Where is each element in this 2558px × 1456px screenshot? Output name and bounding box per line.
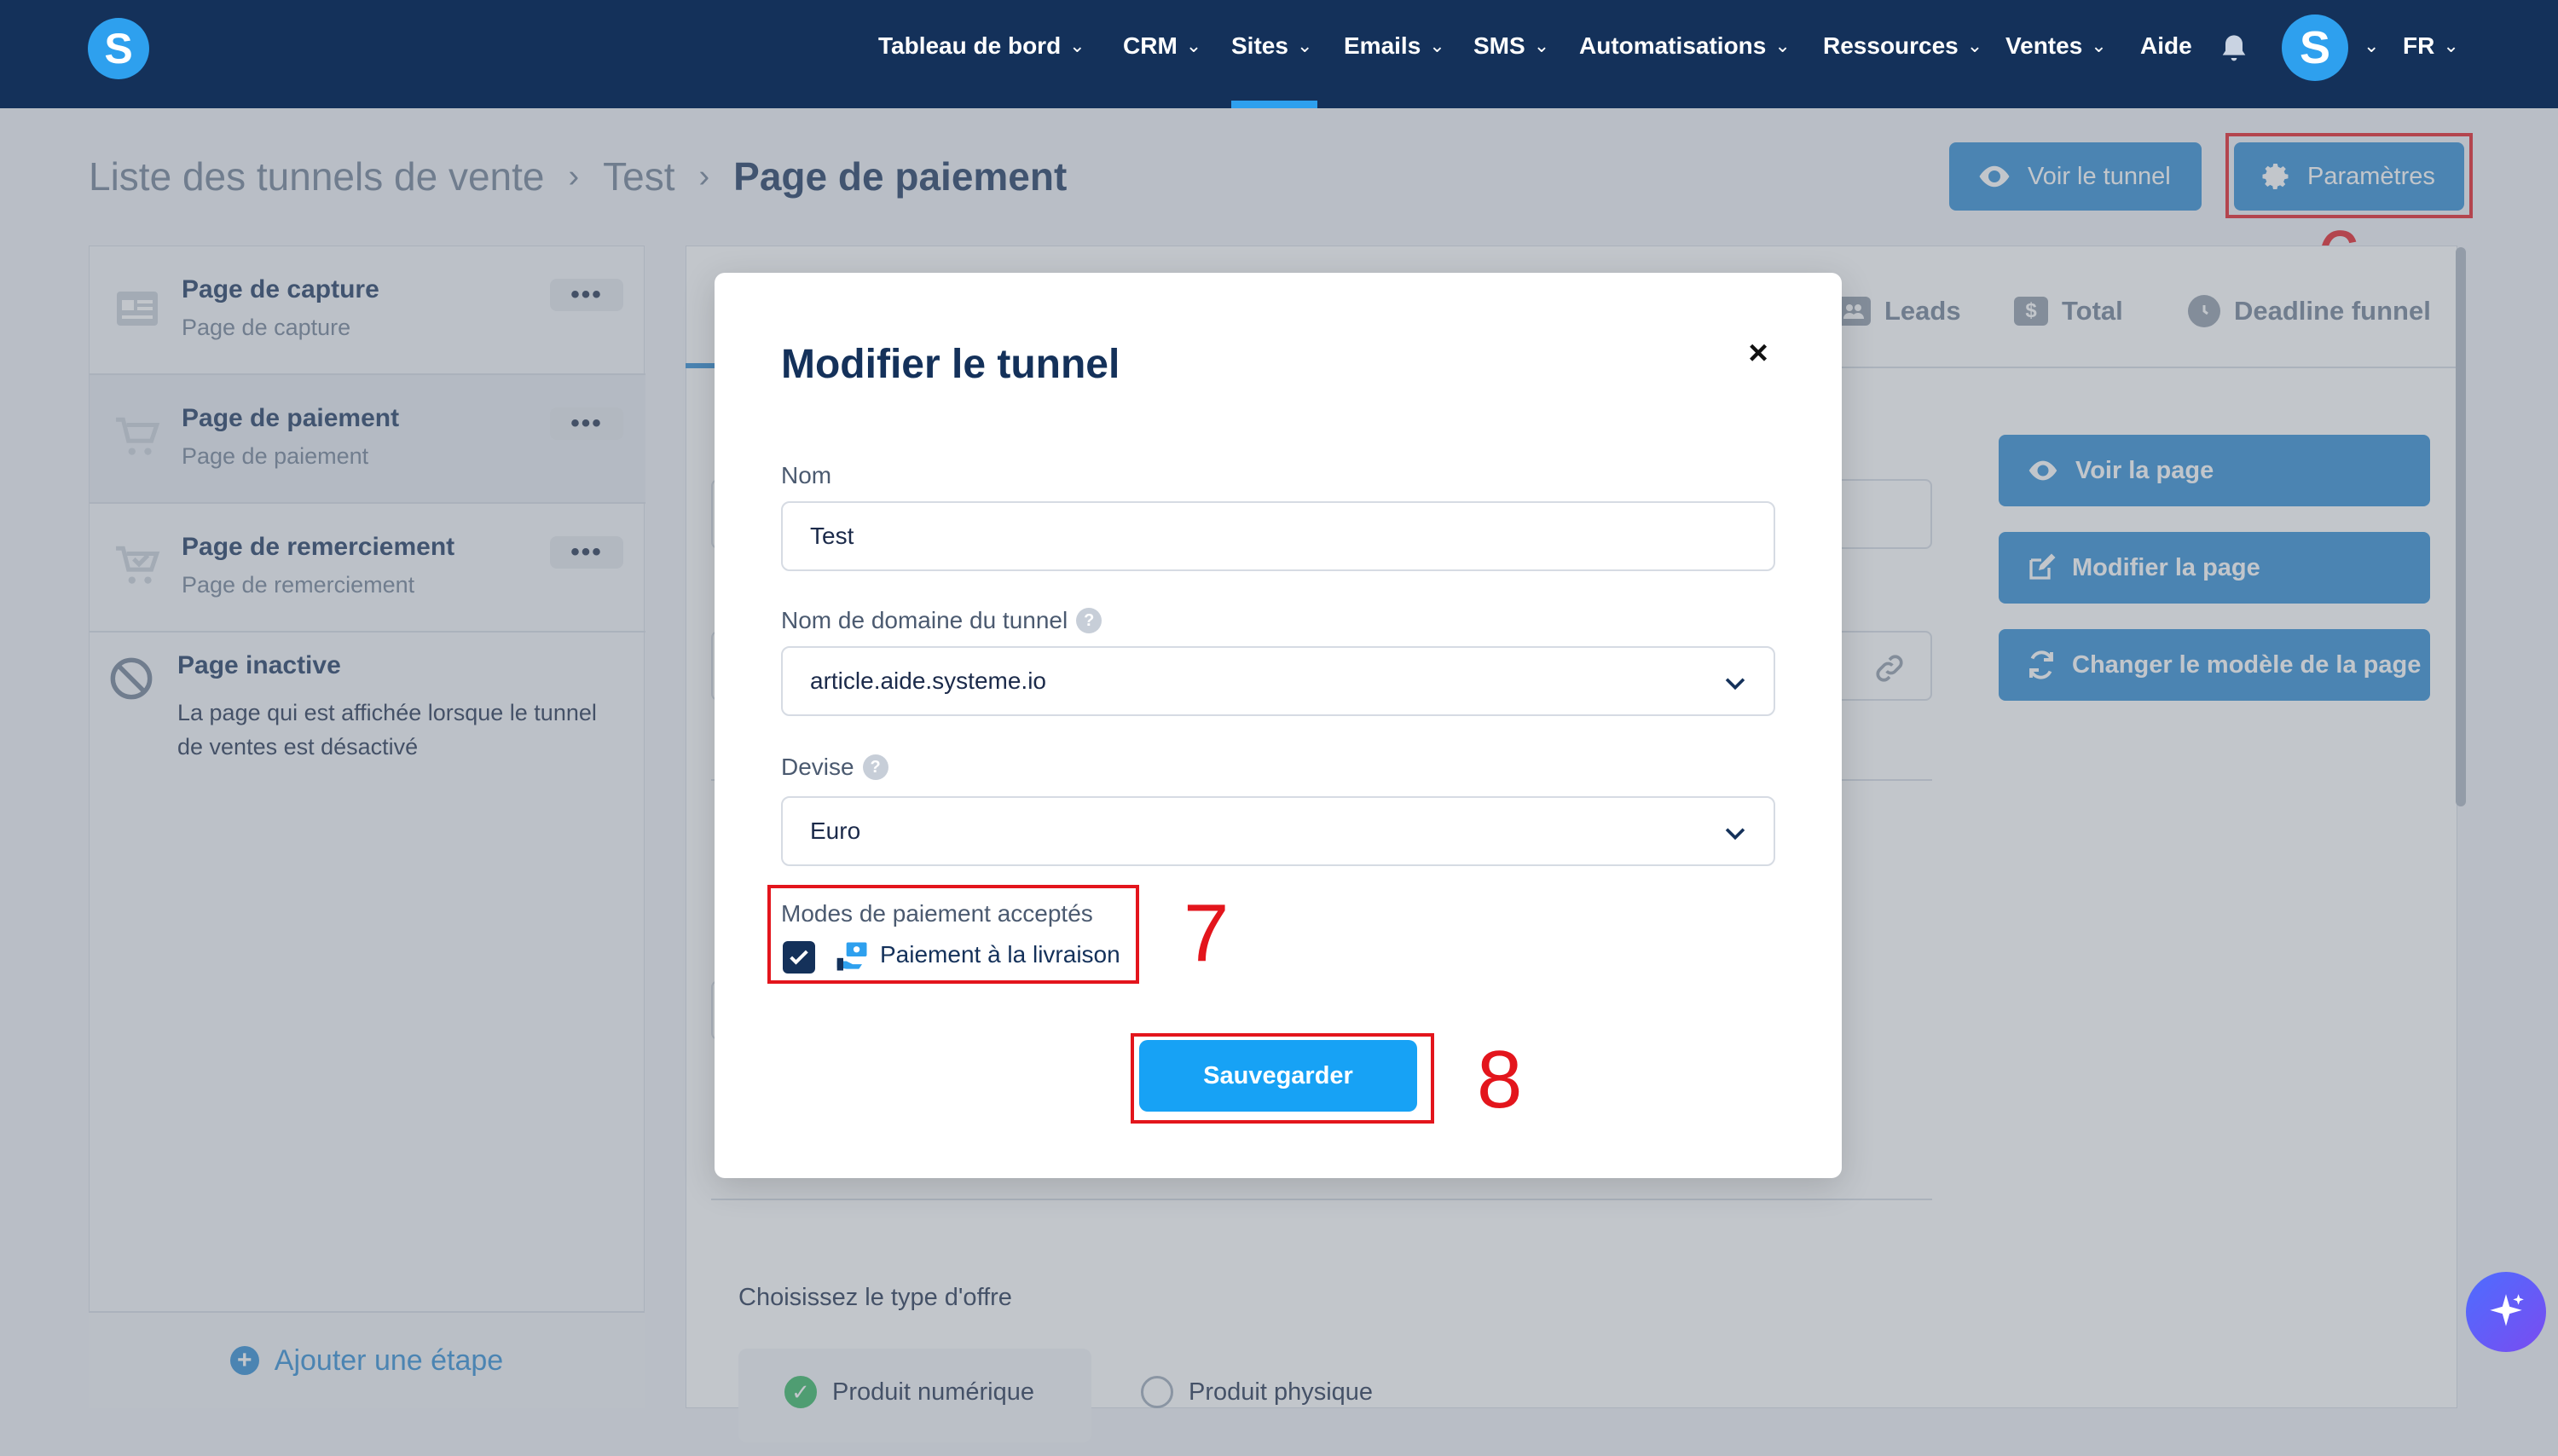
nav-item-aide[interactable]: Aide — [2140, 26, 2192, 66]
domain-select-value: article.aide.systeme.io — [810, 667, 1047, 694]
chevron-down-icon: ⌄ — [1069, 35, 1085, 56]
currency-field-label: Devise ? — [781, 754, 888, 781]
bell-icon[interactable] — [2217, 32, 2251, 66]
close-icon[interactable]: × — [1743, 334, 1774, 372]
nav-item-label: Automatisations — [1579, 32, 1767, 59]
avatar[interactable]: S — [2282, 14, 2348, 81]
highlight-box-payment — [767, 885, 1139, 984]
language-label: FR — [2403, 32, 2435, 59]
avatar-menu-chevron[interactable]: ⌄ — [2364, 26, 2379, 66]
nav-item-label: Ventes — [2005, 32, 2083, 59]
chevron-down-icon — [1725, 678, 1745, 690]
help-icon[interactable]: ? — [862, 754, 888, 780]
currency-select[interactable]: Euro — [781, 796, 1775, 866]
top-navigation-bar: S Tableau de bord ⌄ CRM ⌄ Sites ⌄ Emails ⌄ S… — [0, 0, 2558, 108]
chevron-down-icon — [1725, 828, 1745, 841]
domain-label-text: Nom de domaine du tunnel — [781, 607, 1068, 633]
logo-letter: S — [104, 25, 133, 72]
name-input-value: Test — [810, 523, 854, 549]
currency-label-text: Devise — [781, 754, 854, 780]
nav-item-crm[interactable]: CRM ⌄ — [1123, 26, 1201, 66]
help-icon[interactable]: ? — [1076, 608, 1102, 633]
chevron-down-icon: ⌄ — [2364, 35, 2380, 56]
nav-item-label: Tableau de bord — [878, 32, 1062, 59]
modal-title: Modifier le tunnel — [781, 342, 1120, 387]
annotation-number-7: 7 — [1184, 887, 1230, 979]
nav-item-tableau-de-bord[interactable]: Tableau de bord ⌄ — [878, 26, 1085, 66]
nav-item-label: CRM — [1123, 32, 1178, 59]
name-input[interactable]: Test — [781, 501, 1775, 571]
chevron-down-icon: ⌄ — [1966, 35, 1983, 56]
nav-item-emails[interactable]: Emails ⌄ — [1344, 26, 1445, 66]
highlight-box-save — [1131, 1033, 1434, 1124]
language-selector[interactable]: FR ⌄ — [2403, 26, 2459, 66]
name-field-label: Nom — [781, 462, 831, 489]
chevron-down-icon: ⌄ — [1533, 35, 1550, 56]
chevron-down-icon: ⌄ — [1429, 35, 1445, 56]
domain-select[interactable]: article.aide.systeme.io — [781, 646, 1775, 716]
nav-item-sms[interactable]: SMS ⌄ — [1473, 26, 1549, 66]
domain-field-label: Nom de domaine du tunnel ? — [781, 607, 1102, 634]
currency-select-value: Euro — [810, 818, 861, 844]
chevron-down-icon: ⌄ — [1296, 35, 1313, 56]
nav-item-label: SMS — [1473, 32, 1525, 59]
nav-item-label: Emails — [1344, 32, 1421, 59]
chevron-down-icon: ⌄ — [2443, 35, 2459, 56]
avatar-letter: S — [2299, 22, 2331, 73]
chevron-down-icon: ⌄ — [1185, 35, 1202, 56]
chevron-down-icon: ⌄ — [2091, 35, 2107, 56]
nav-item-sites[interactable]: Sites ⌄ — [1231, 26, 1312, 66]
nav-item-automatisations[interactable]: Automatisations ⌄ — [1579, 26, 1791, 66]
nav-item-label: Sites — [1231, 32, 1288, 59]
name-label-text: Nom — [781, 462, 832, 488]
nav-item-ressources[interactable]: Ressources ⌄ — [1823, 26, 1982, 66]
nav-item-label: Aide — [2140, 32, 2192, 59]
systeme-logo[interactable]: S — [88, 18, 149, 79]
nav-item-label: Ressources — [1823, 32, 1959, 59]
sparkle-icon — [2490, 1294, 2524, 1326]
ai-assistant-button[interactable] — [2466, 1272, 2546, 1352]
annotation-number-8: 8 — [1477, 1034, 1523, 1125]
nav-active-indicator — [1231, 101, 1317, 108]
chevron-down-icon: ⌄ — [1774, 35, 1791, 56]
nav-item-ventes[interactable]: Ventes ⌄ — [2005, 26, 2107, 66]
